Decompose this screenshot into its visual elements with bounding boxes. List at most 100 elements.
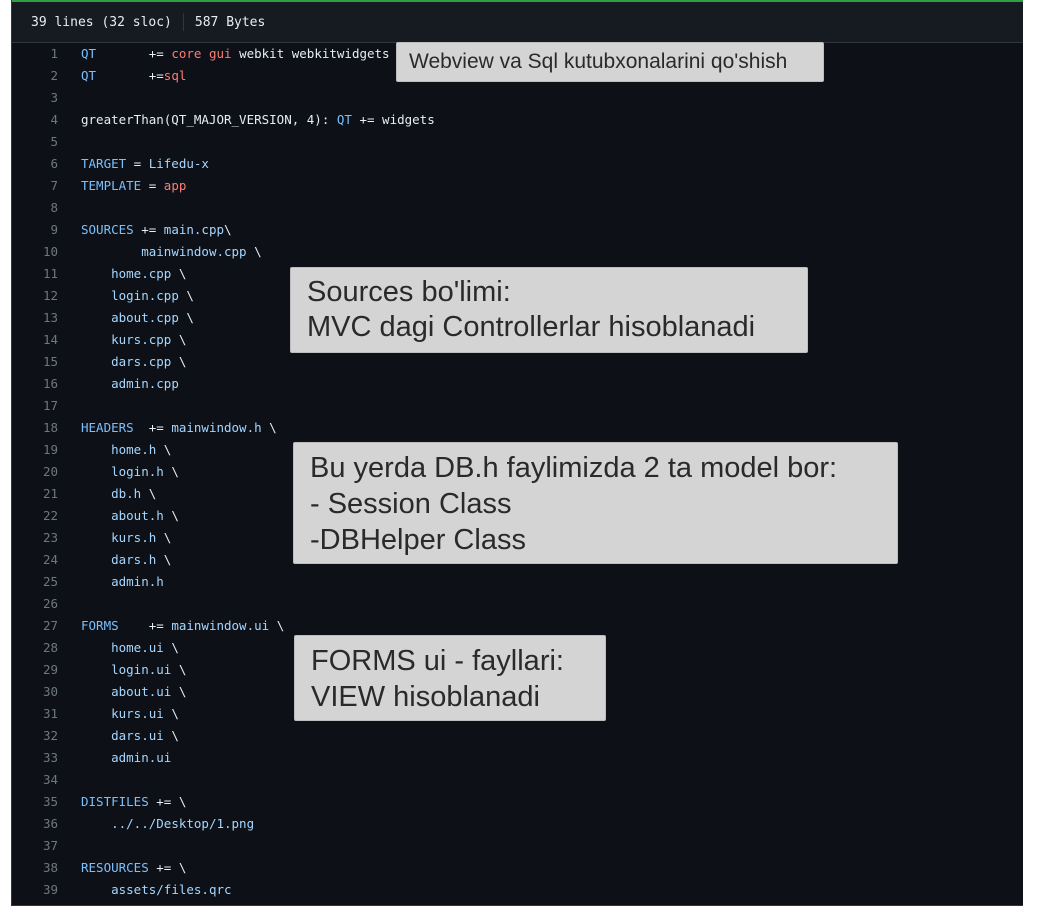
code-token: app [163, 178, 187, 193]
line-number[interactable]: 37 [12, 835, 58, 857]
line-number[interactable]: 4 [12, 109, 58, 131]
line-code: admin.h [81, 571, 164, 593]
code-token: sql [163, 68, 187, 83]
code-token: mainwindow.cpp [141, 244, 247, 259]
code-token: kurs.ui [111, 706, 164, 721]
line-number[interactable]: 34 [12, 769, 58, 791]
line-code: login.h \ [81, 461, 179, 483]
line-number[interactable]: 15 [12, 351, 58, 373]
annotation-forms: FORMS ui - fayllari: VIEW hisoblanadi [294, 635, 606, 721]
line-code: login.ui \ [81, 659, 186, 681]
code-token: login.ui [111, 662, 172, 677]
code-token: assets/files.qrc [111, 882, 232, 897]
code-token: DISTFILES [81, 794, 149, 809]
code-token: += [96, 68, 164, 83]
line-number[interactable]: 14 [12, 329, 58, 351]
line-number[interactable]: 5 [12, 131, 58, 153]
line-code: HEADERS += mainwindow.h \ [81, 417, 277, 439]
line-code: ../../Desktop/1.png [81, 813, 254, 835]
line-number[interactable]: 36 [12, 813, 58, 835]
line-number[interactable]: 20 [12, 461, 58, 483]
line-code: assets/files.qrc [81, 879, 232, 901]
code-token: db.h [111, 486, 142, 501]
line-code: kurs.cpp \ [81, 329, 186, 351]
annotation-line: -DBHelper Class [310, 524, 526, 556]
code-token: dars.cpp [111, 354, 172, 369]
line-number[interactable]: 17 [12, 395, 58, 417]
line-number[interactable]: 32 [12, 725, 58, 747]
code-token: main.cpp [163, 222, 225, 237]
code-token: += widgets [351, 112, 435, 127]
line-number[interactable]: 23 [12, 527, 58, 549]
line-number[interactable]: 25 [12, 571, 58, 593]
line-number[interactable]: 6 [12, 153, 58, 175]
line-number[interactable]: 3 [12, 87, 58, 109]
line-number[interactable]: 28 [12, 637, 58, 659]
line-code: login.cpp \ [81, 285, 194, 307]
annotation-line: Bu yerda DB.h faylimizda 2 ta model bor: [310, 452, 838, 484]
code-token: Lifedu-x [148, 156, 209, 171]
line-code: RESOURCES += \ [81, 857, 186, 879]
code-token: = [126, 156, 149, 171]
code-token: QT [81, 68, 97, 83]
line-code: about.h \ [81, 505, 179, 527]
line-number[interactable]: 21 [12, 483, 58, 505]
line-number[interactable]: 18 [12, 417, 58, 439]
line-number[interactable]: 33 [12, 747, 58, 769]
line-number[interactable]: 7 [12, 175, 58, 197]
line-number[interactable]: 19 [12, 439, 58, 461]
line-number[interactable]: 35 [12, 791, 58, 813]
annotation-line: FORMS ui - fayllari: [311, 645, 564, 677]
annotation-webview: Webview va Sql kutubxonalarini qo'shish [396, 42, 824, 82]
line-number[interactable]: 13 [12, 307, 58, 329]
code-token: core [171, 46, 202, 61]
code-token: \ [171, 354, 187, 369]
code-token: greaterThan(QT_MAJOR_VERSION, 4): [81, 112, 337, 127]
line-number[interactable]: 31 [12, 703, 58, 725]
code-token: home.cpp [111, 266, 172, 281]
line-number[interactable]: 24 [12, 549, 58, 571]
code-token: about.ui [111, 684, 172, 699]
annotation-sources: Sources bo'limi: MVC dagi Controllerlar h… [290, 267, 808, 353]
code-token: \ [156, 530, 172, 545]
code-token: home.ui [111, 640, 164, 655]
code-token: \ [171, 684, 187, 699]
line-number[interactable]: 26 [12, 593, 58, 615]
line-number[interactable]: 29 [12, 659, 58, 681]
code-token: \ [246, 244, 262, 259]
line-number[interactable]: 22 [12, 505, 58, 527]
line-number[interactable]: 11 [12, 263, 58, 285]
line-number[interactable]: 8 [12, 197, 58, 219]
annotation-line: Webview va Sql kutubxonalarini qo'shish [409, 50, 788, 73]
line-number[interactable]: 9 [12, 219, 58, 241]
line-number[interactable]: 30 [12, 681, 58, 703]
line-code: kurs.ui \ [81, 703, 179, 725]
code-token: login.h [111, 464, 164, 479]
line-number[interactable]: 2 [12, 65, 58, 87]
line-code: TARGET = Lifedu-x [81, 153, 209, 175]
line-number[interactable]: 38 [12, 857, 58, 879]
file-size: 587 Bytes [194, 14, 266, 30]
line-number[interactable]: 10 [12, 241, 58, 263]
line-code: greaterThan(QT_MAJOR_VERSION, 4): QT += … [81, 109, 435, 131]
line-number[interactable]: 1 [12, 43, 58, 65]
code-token: FORMS [81, 618, 119, 633]
code-token: ../../Desktop/1.png [111, 816, 255, 831]
line-number[interactable]: 39 [12, 879, 58, 901]
line-number[interactable]: 27 [12, 615, 58, 637]
line-number[interactable]: 12 [12, 285, 58, 307]
code-token: += [133, 420, 172, 435]
line-number[interactable]: 16 [12, 373, 58, 395]
